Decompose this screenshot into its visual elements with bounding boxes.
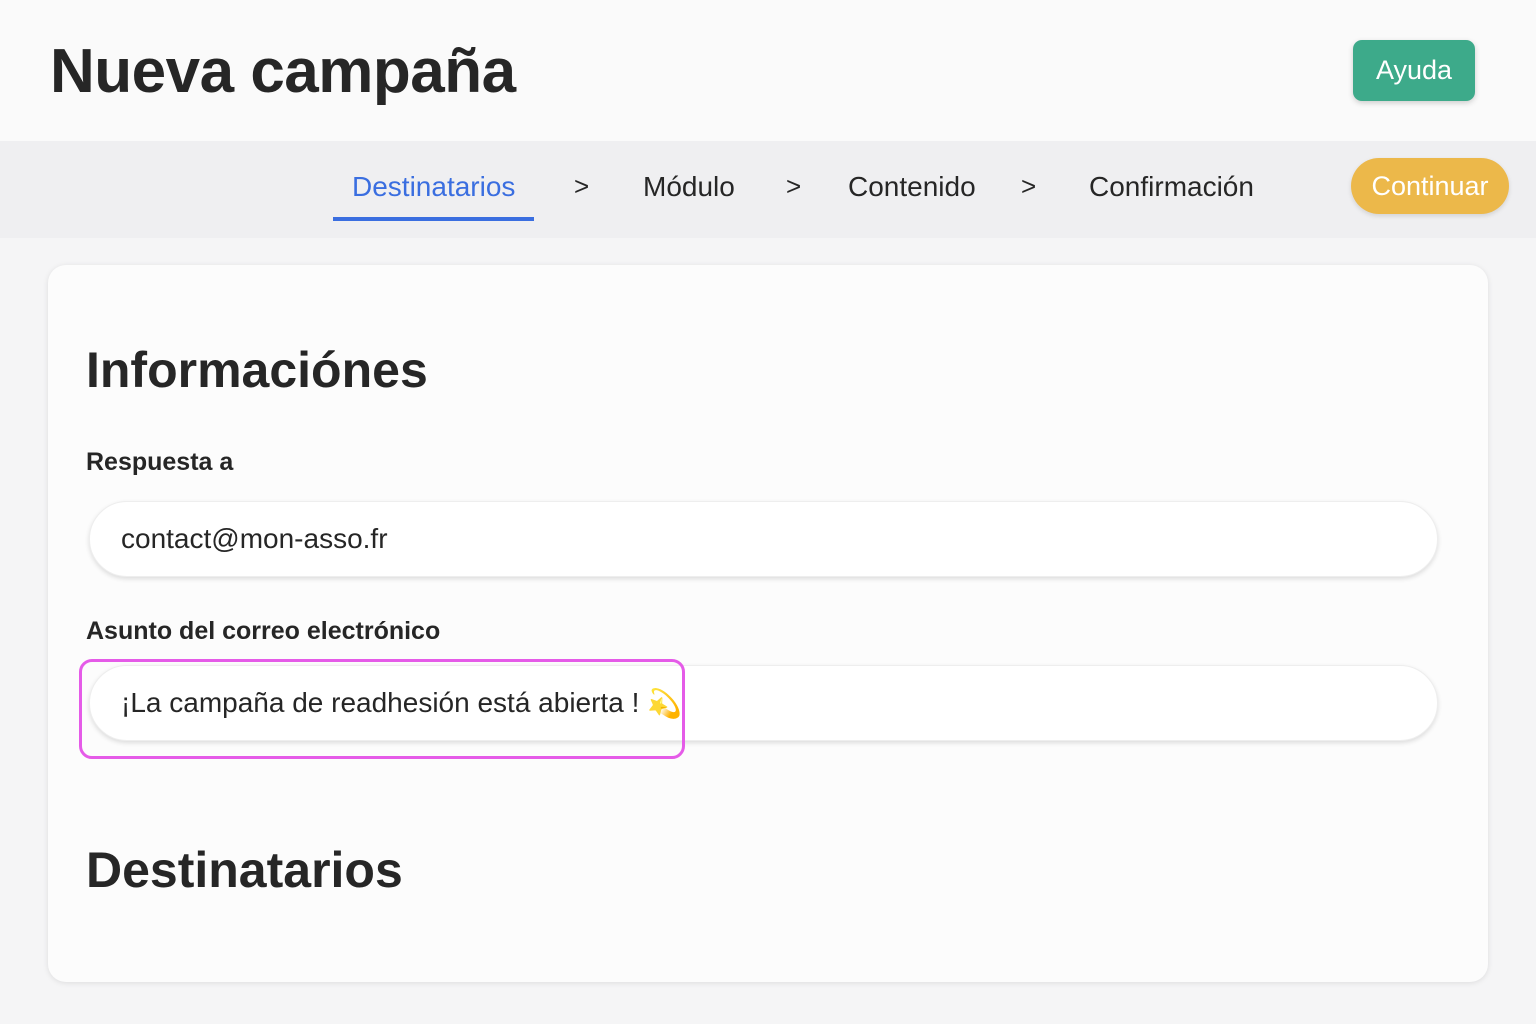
subject-input[interactable]: ¡La campaña de readhesión está abierta !… — [89, 665, 1438, 741]
reply-to-value: contact@mon-asso.fr — [121, 523, 388, 554]
reply-to-input[interactable]: contact@mon-asso.fr — [89, 501, 1438, 577]
step-modulo[interactable]: Módulo — [643, 169, 735, 221]
subject-label: Asunto del correo electrónico — [86, 617, 441, 645]
campaign-stepper: Destinatarios > Módulo > Contenido > Con… — [0, 141, 1536, 238]
chevron-right-icon: > — [574, 171, 590, 201]
chevron-right-icon: > — [1021, 171, 1037, 201]
reply-to-label: Respuesta a — [86, 448, 234, 476]
comet-icon: 💫 — [647, 687, 683, 719]
campaign-form-card: Informaciónes Respuesta a contact@mon-as… — [48, 265, 1488, 982]
help-button[interactable]: Ayuda — [1353, 40, 1475, 101]
section-title-info: Informaciónes — [86, 342, 428, 398]
step-destinatarios[interactable]: Destinatarios — [333, 169, 535, 221]
section-title-recipients: Destinatarios — [86, 842, 403, 898]
page-title: Nueva campaña — [50, 37, 516, 106]
continue-button[interactable]: Continuar — [1351, 158, 1509, 214]
subject-value: ¡La campaña de readhesión está abierta ! — [121, 687, 640, 718]
step-contenido[interactable]: Contenido — [848, 169, 976, 221]
page-header: Nueva campaña Ayuda — [0, 0, 1536, 141]
step-confirmacion[interactable]: Confirmación — [1089, 169, 1254, 221]
chevron-right-icon: > — [786, 171, 802, 201]
